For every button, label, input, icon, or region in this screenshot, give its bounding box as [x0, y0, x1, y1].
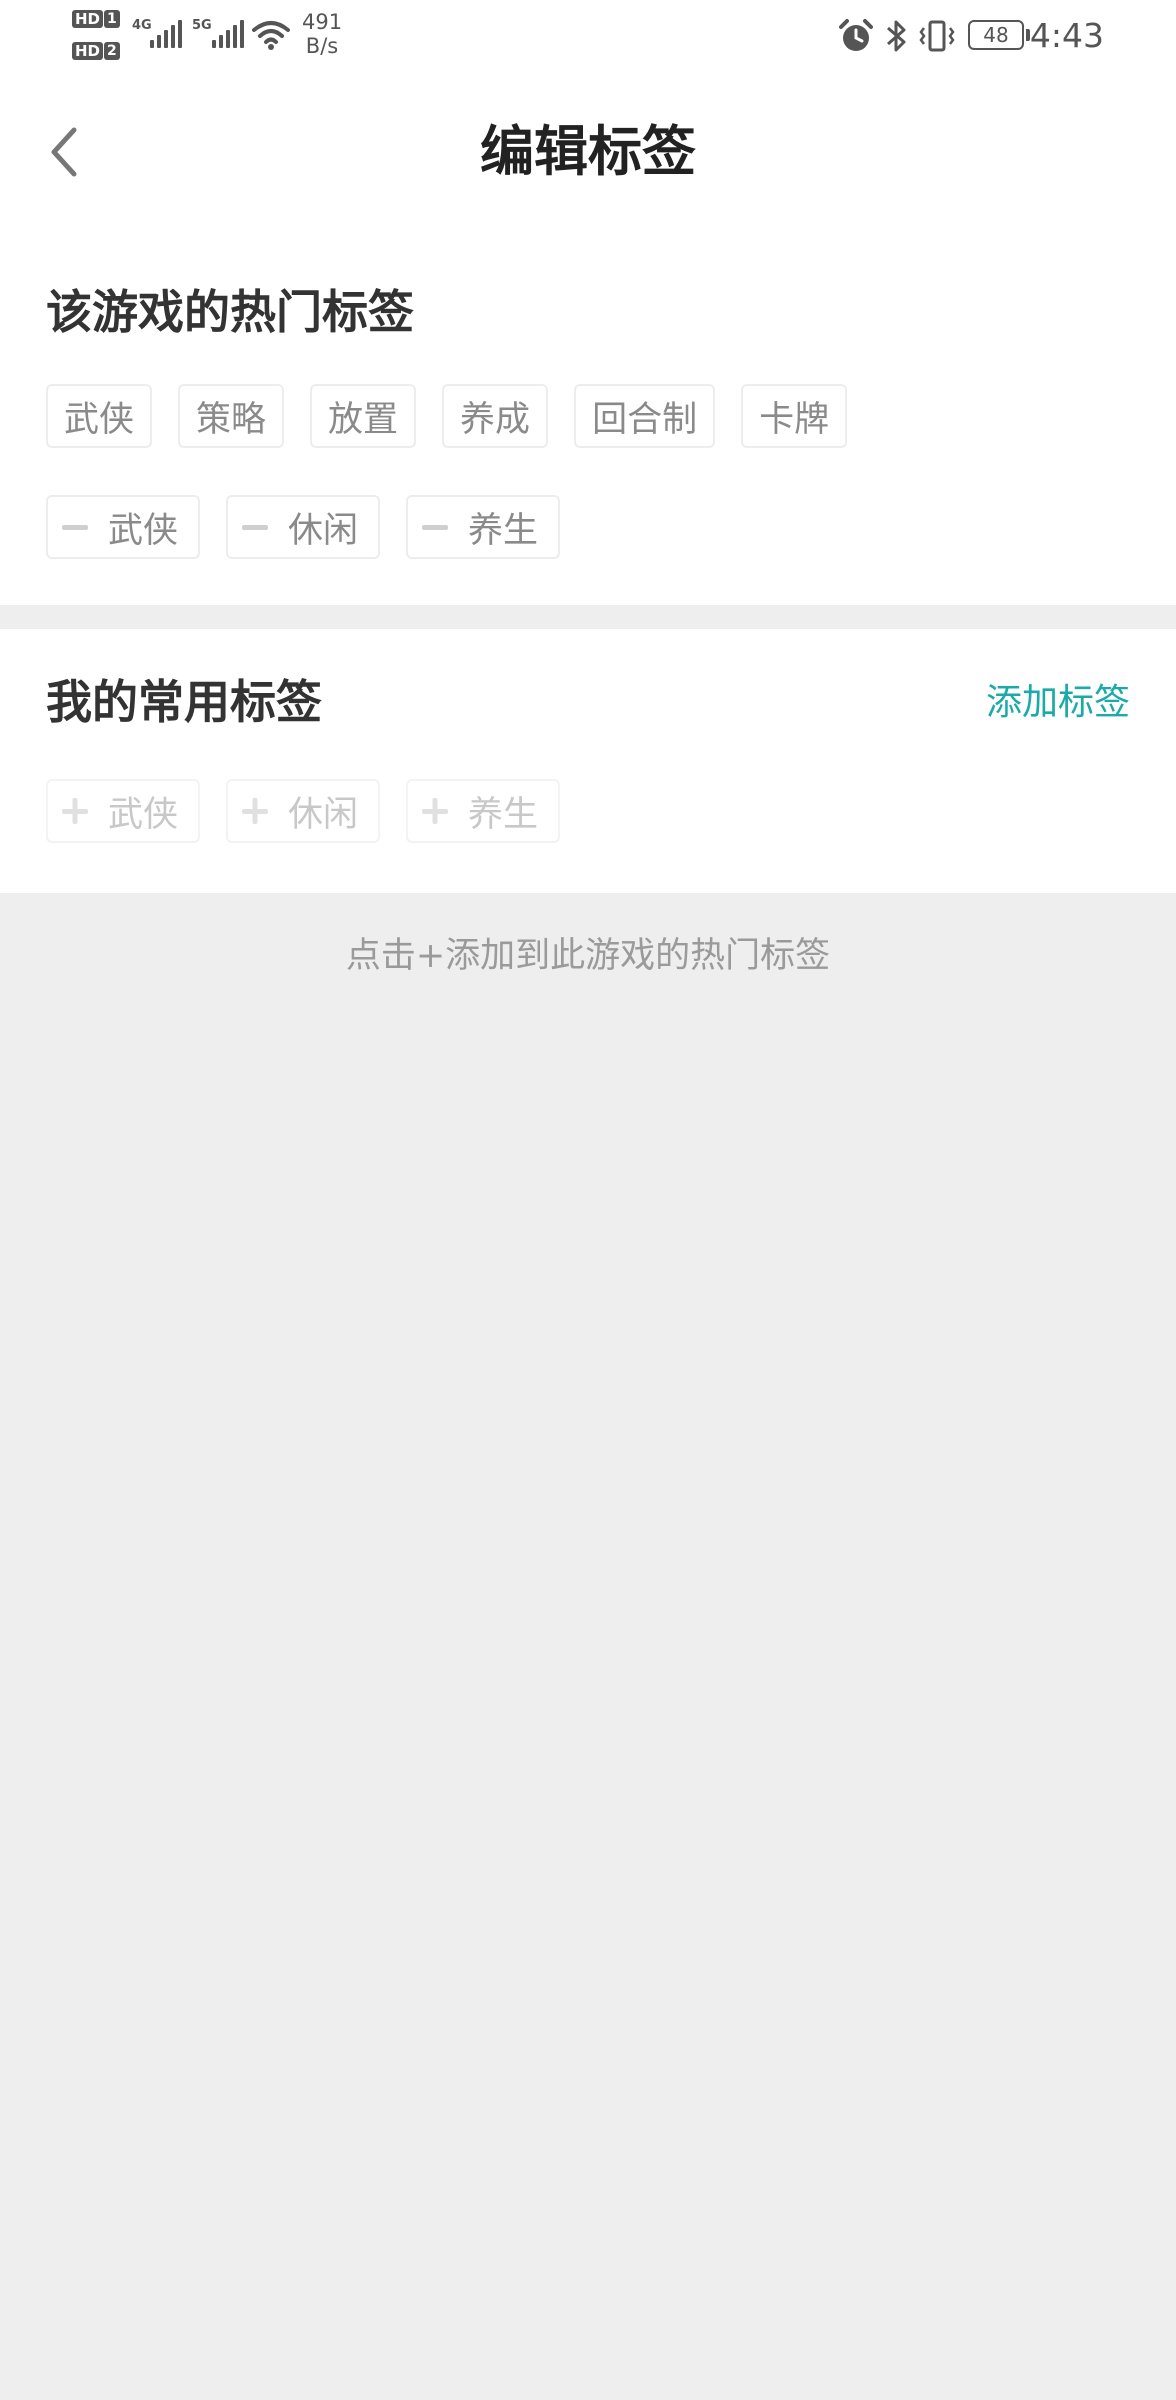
status-bar: HD 1 HD 2 4G 5G 491 B/s 48 4:43	[0, 0, 1176, 72]
selected-tag[interactable]: 休闲	[226, 495, 380, 559]
hd-badge-1: HD	[72, 10, 104, 28]
selected-tag-list: 武侠 休闲 养生	[46, 495, 586, 559]
network-speed: 491 B/s	[302, 10, 342, 58]
sim-2-badge: 2	[104, 42, 120, 60]
my-tag-label: 休闲	[288, 794, 359, 835]
suggested-tag[interactable]: 武侠	[46, 384, 153, 448]
my-tag-label: 武侠	[108, 794, 179, 835]
plus-icon[interactable]	[422, 798, 448, 824]
nav-header: 编辑标签	[0, 72, 1176, 240]
bluetooth-icon	[887, 20, 906, 52]
selected-tag-label: 养生	[468, 510, 539, 551]
vibrate-icon	[919, 20, 955, 52]
my-tag[interactable]: 养生	[406, 779, 560, 843]
my-tags-title: 我的常用标签	[46, 675, 322, 729]
battery-icon: 48	[968, 20, 1024, 50]
my-tags-section: 我的常用标签 添加标签 武侠 休闲 养生	[0, 629, 1176, 893]
selected-tag-label: 武侠	[108, 510, 179, 551]
plus-icon[interactable]	[62, 798, 88, 824]
page-title: 编辑标签	[480, 120, 696, 183]
hint-text: 点击+添加到此游戏的热门标签	[345, 936, 831, 976]
my-tag-label: 养生	[468, 794, 539, 835]
alarm-icon	[839, 19, 873, 51]
suggested-tag[interactable]: 回合制	[574, 384, 716, 448]
hot-tags-section: 该游戏的热门标签 武侠 策略 放置 养成 回合制 卡牌 武侠 休闲 养生	[0, 240, 1176, 605]
network-speed-value: 491	[302, 10, 343, 34]
plus-icon[interactable]	[242, 798, 268, 824]
hd-badge-2: HD	[72, 42, 104, 60]
clock: 4:43	[1029, 16, 1104, 55]
suggested-tag[interactable]: 卡牌	[741, 384, 848, 448]
minus-icon[interactable]	[422, 514, 448, 540]
network-speed-unit: B/s	[305, 34, 339, 58]
network-type-2: 5G	[192, 18, 212, 33]
my-tag[interactable]: 武侠	[46, 779, 200, 843]
selected-tag[interactable]: 养生	[406, 495, 560, 559]
suggested-tag[interactable]: 养成	[442, 384, 549, 448]
network-type-1: 4G	[132, 18, 152, 33]
my-tag-list: 武侠 休闲 养生	[46, 779, 586, 843]
signal-icon-2	[212, 20, 244, 48]
minus-icon[interactable]	[242, 514, 268, 540]
suggested-tag-list: 武侠 策略 放置 养成 回合制 卡牌	[46, 384, 873, 448]
suggested-tag[interactable]: 放置	[310, 384, 417, 448]
sim-1-badge: 1	[104, 10, 120, 28]
add-tag-button[interactable]: 添加标签	[986, 681, 1130, 725]
suggested-tag[interactable]: 策略	[178, 384, 285, 448]
minus-icon[interactable]	[62, 514, 88, 540]
my-tag[interactable]: 休闲	[226, 779, 380, 843]
wifi-icon	[252, 21, 290, 50]
signal-icon	[150, 20, 182, 48]
selected-tag-label: 休闲	[288, 510, 359, 551]
hot-tags-title: 该游戏的热门标签	[46, 285, 414, 339]
selected-tag[interactable]: 武侠	[46, 495, 200, 559]
